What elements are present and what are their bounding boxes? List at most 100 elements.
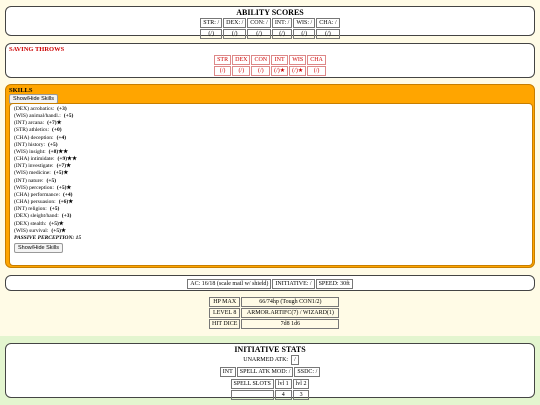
spell-slots-empty	[230, 390, 274, 400]
save-int-value: (/)★	[271, 66, 289, 76]
skills-title: SKILLS	[9, 87, 33, 94]
initiative: INITIATIVE: /	[272, 279, 315, 289]
skill-row: (WIS) medicine: (+5)★	[14, 170, 528, 177]
skill-bonus: (+7)	[56, 163, 67, 170]
ability-dex-mod: (/)	[223, 29, 247, 39]
proficiency-star-icon: ★	[60, 227, 66, 234]
saving-throws-table: STR DEX CON INT WIS CHA (/) (/) (/) (/)★…	[213, 54, 327, 77]
hit-dice-value: 7d8 1d6	[241, 319, 340, 329]
speed: SPEED: 30ft	[315, 279, 353, 289]
skill-bonus: (+5)	[63, 113, 74, 120]
vitals-table: HP MAX 66/74hp (Tough CON1/2) LEVEL 8 AR…	[208, 296, 340, 330]
slot-count-2: 3	[292, 390, 310, 400]
save-dex-label: DEX	[232, 55, 251, 65]
skill-row: (STR) athletics: (+0)	[14, 127, 528, 134]
unarmed-atk-value: /	[291, 355, 299, 365]
hp-max-label: HP MAX	[209, 297, 241, 307]
skill-row: (INT) arcana: (+7)★	[14, 120, 528, 127]
saving-throws-title: SAVING THROWS	[9, 46, 65, 53]
passive-perception: PASSIVE PERCEPTION: 15	[14, 234, 82, 241]
save-cha-value: (/)	[307, 66, 326, 76]
spell-ability: INT	[219, 367, 236, 377]
skill-name: (DEX) stealth:	[14, 220, 47, 227]
slot-level-2: lvl 2	[292, 379, 310, 389]
skill-name: (WIS) perception:	[14, 184, 54, 191]
skill-bonus: (+3)	[57, 106, 67, 112]
save-int-label: INT	[271, 55, 289, 65]
skill-bonus: (+5)	[48, 141, 58, 148]
skill-row: (INT) history: (+5)	[14, 142, 528, 149]
skill-bonus: (+6)	[58, 199, 69, 206]
proficiency-star-icon: ★	[58, 220, 64, 227]
skill-bonus: (+3)	[61, 213, 72, 220]
skill-bonus: (+5)	[49, 206, 60, 213]
ability-mods-row: (/) (/) (/) (/) (/) (/)	[200, 29, 340, 39]
save-str-label: STR	[214, 55, 232, 65]
skill-bonus: (+7)	[47, 120, 57, 127]
combat-table: AC: 16/18 (scale mail w/ shield) INITIAT…	[186, 278, 353, 290]
skill-row: (WIS) animal/handl.: (+5)	[14, 113, 528, 120]
proficiency-star-icon: ★★	[67, 156, 77, 163]
skill-name: (STR) athletics:	[14, 127, 49, 134]
skill-row: (INT) nature: (+5)	[14, 178, 528, 185]
level-value: ARMOR.ARTIFC(7) / WIZARD(1)	[241, 308, 340, 318]
proficiency-star-icon: ★	[63, 170, 69, 177]
proficiency-star-icon: ★	[68, 199, 74, 206]
skill-row: (CHA) intimidate: (+9)★★	[14, 156, 528, 163]
skill-name: (CHA) performance:	[14, 191, 60, 198]
ability-con-label: CON: /	[247, 18, 271, 28]
skill-name: (INT) history:	[14, 141, 46, 148]
skill-row: (INT) religion: (+5)	[14, 206, 528, 213]
skill-bonus: (+5)	[53, 170, 64, 177]
skill-row: (DEX) stealth: (+5)★	[14, 221, 528, 228]
saving-values-row: (/) (/) (/) (/)★ (/)★ (/)	[214, 66, 326, 76]
skill-name: (WIS) survival:	[14, 227, 49, 234]
ability-cha-label: CHA: /	[316, 18, 340, 28]
ability-labels-row: STR: / DEX: / CON: / INT: / WIS: / CHA: …	[200, 18, 340, 28]
proficiency-star-icon: ★★	[58, 148, 69, 155]
proficiency-star-icon: ★	[66, 163, 72, 170]
saving-labels-row: STR DEX CON INT WIS CHA	[214, 55, 326, 65]
skill-name: (WIS) insight:	[14, 148, 46, 155]
skill-bonus: (+8)	[48, 148, 59, 155]
skill-bonus: (+5)	[51, 227, 61, 234]
show-hide-skills-button-bottom[interactable]: Show/Hide Skills	[14, 242, 63, 253]
skill-name: (DEX) sleight/hand:	[14, 213, 59, 220]
saving-throws-panel: SAVING THROWS STR DEX CON INT WIS CHA (/…	[5, 43, 535, 78]
ability-wis-label: WIS: /	[293, 18, 316, 28]
ability-int-mod: (/)	[271, 29, 293, 39]
save-con-value: (/)	[251, 66, 271, 76]
skill-row: (CHA) deception: (+4)	[14, 135, 528, 142]
skill-row: (DEX) acrobatics: (+3)	[14, 106, 528, 113]
save-cha-label: CHA	[307, 55, 326, 65]
skill-row: (WIS) survival: (+5)★	[14, 228, 528, 235]
unarmed-table: UNARMED ATK: /	[240, 354, 300, 366]
level-label: LEVEL 8	[209, 308, 241, 318]
spell-slots-table: SPELL SLOTS lvl 1 lvl 2 4 3	[230, 378, 311, 401]
skill-name: (INT) religion:	[14, 206, 47, 213]
skill-row: (WIS) perception: (+5)★	[14, 185, 528, 192]
ability-scores-panel: ABILITY SCORES STR: / DEX: / CON: / INT:…	[5, 6, 535, 39]
save-wis-label: WIS	[289, 55, 307, 65]
skill-row: (CHA) performance: (+4)	[14, 192, 528, 199]
skill-name: (INT) arcana:	[14, 120, 45, 127]
skill-bonus: (+4)	[56, 134, 67, 141]
save-wis-value: (/)★	[289, 66, 307, 76]
skill-name: (CHA) intimidate:	[14, 156, 55, 163]
hit-dice-label: HIT DICE	[209, 319, 241, 329]
skill-name: (INT) investigate:	[14, 163, 54, 170]
armor-class: AC: 16/18 (scale mail w/ shield)	[187, 279, 272, 289]
ability-cha-mod: (/)	[316, 29, 340, 39]
slot-level-1: lvl 1	[274, 379, 292, 389]
initiative-stats-panel: INITIATIVE STATS UNARMED ATK: / INT SPEL…	[5, 343, 535, 401]
unarmed-atk-label: UNARMED ATK:	[243, 357, 289, 363]
skill-name: (WIS) medicine:	[14, 170, 51, 177]
skills-panel: SKILLS Show/Hide Skills (DEX) acrobatics…	[5, 84, 535, 268]
proficiency-star-icon: ★	[66, 184, 72, 191]
skill-bonus: (+5)	[46, 177, 57, 184]
combat-panel: AC: 16/18 (scale mail w/ shield) INITIAT…	[5, 275, 535, 291]
spell-save-dc: SSDC: /	[294, 367, 321, 377]
spell-slots-label: SPELL SLOTS	[230, 379, 274, 389]
skill-row: (CHA) persuasion: (+6)★	[14, 199, 528, 206]
save-dex-value: (/)	[232, 66, 251, 76]
